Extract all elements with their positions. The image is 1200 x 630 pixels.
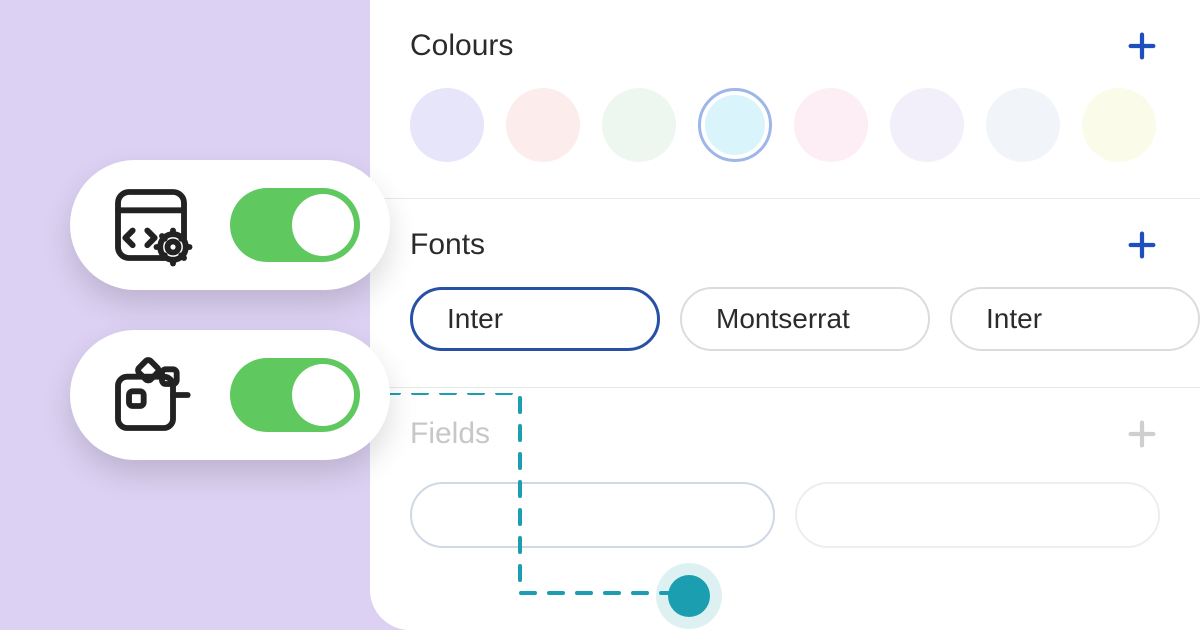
field-pill[interactable] bbox=[410, 482, 775, 548]
font-label: Montserrat bbox=[716, 303, 850, 335]
section-colours: Colours bbox=[370, 0, 1200, 199]
font-pill[interactable]: Montserrat bbox=[680, 287, 930, 351]
colour-swatch[interactable] bbox=[410, 88, 484, 162]
colours-title: Colours bbox=[410, 29, 513, 63]
toggle-knob bbox=[292, 194, 354, 256]
design-system-panel: Colours Fonts Inter Montserrat bbox=[370, 0, 1200, 630]
plus-icon bbox=[1125, 228, 1159, 262]
colour-swatch[interactable] bbox=[602, 88, 676, 162]
toggle-knob bbox=[292, 364, 354, 426]
toggle-components[interactable] bbox=[230, 358, 360, 432]
colour-swatch[interactable] bbox=[1082, 88, 1156, 162]
font-pill[interactable]: Inter bbox=[950, 287, 1200, 351]
font-row: Inter Montserrat Inter bbox=[410, 287, 1160, 387]
font-pill-selected[interactable]: Inter bbox=[410, 287, 660, 351]
plus-icon bbox=[1125, 417, 1159, 451]
add-font-button[interactable] bbox=[1124, 227, 1160, 263]
section-fonts: Fonts Inter Montserrat Inter bbox=[370, 199, 1200, 388]
plus-icon bbox=[1125, 29, 1159, 63]
font-label: Inter bbox=[986, 303, 1042, 335]
field-pill[interactable] bbox=[795, 482, 1160, 548]
colour-swatch[interactable] bbox=[506, 88, 580, 162]
add-field-button[interactable] bbox=[1124, 416, 1160, 452]
toggle-code-settings[interactable] bbox=[230, 188, 360, 262]
section-fields: Fields bbox=[370, 388, 1200, 548]
components-icon bbox=[106, 350, 196, 440]
code-settings-icon bbox=[106, 180, 196, 270]
fonts-title: Fonts bbox=[410, 228, 485, 262]
toggle-card-code-settings bbox=[70, 160, 390, 290]
colour-swatch[interactable] bbox=[794, 88, 868, 162]
colour-swatch[interactable] bbox=[986, 88, 1060, 162]
connector-endpoint-dot bbox=[668, 575, 710, 617]
colour-swatch-selected[interactable] bbox=[698, 88, 772, 162]
colour-swatch-row bbox=[410, 88, 1160, 198]
toggle-card-components bbox=[70, 330, 390, 460]
font-label: Inter bbox=[447, 303, 503, 335]
fields-row bbox=[410, 476, 1160, 548]
fields-title: Fields bbox=[410, 417, 490, 451]
add-colour-button[interactable] bbox=[1124, 28, 1160, 64]
colour-swatch[interactable] bbox=[890, 88, 964, 162]
